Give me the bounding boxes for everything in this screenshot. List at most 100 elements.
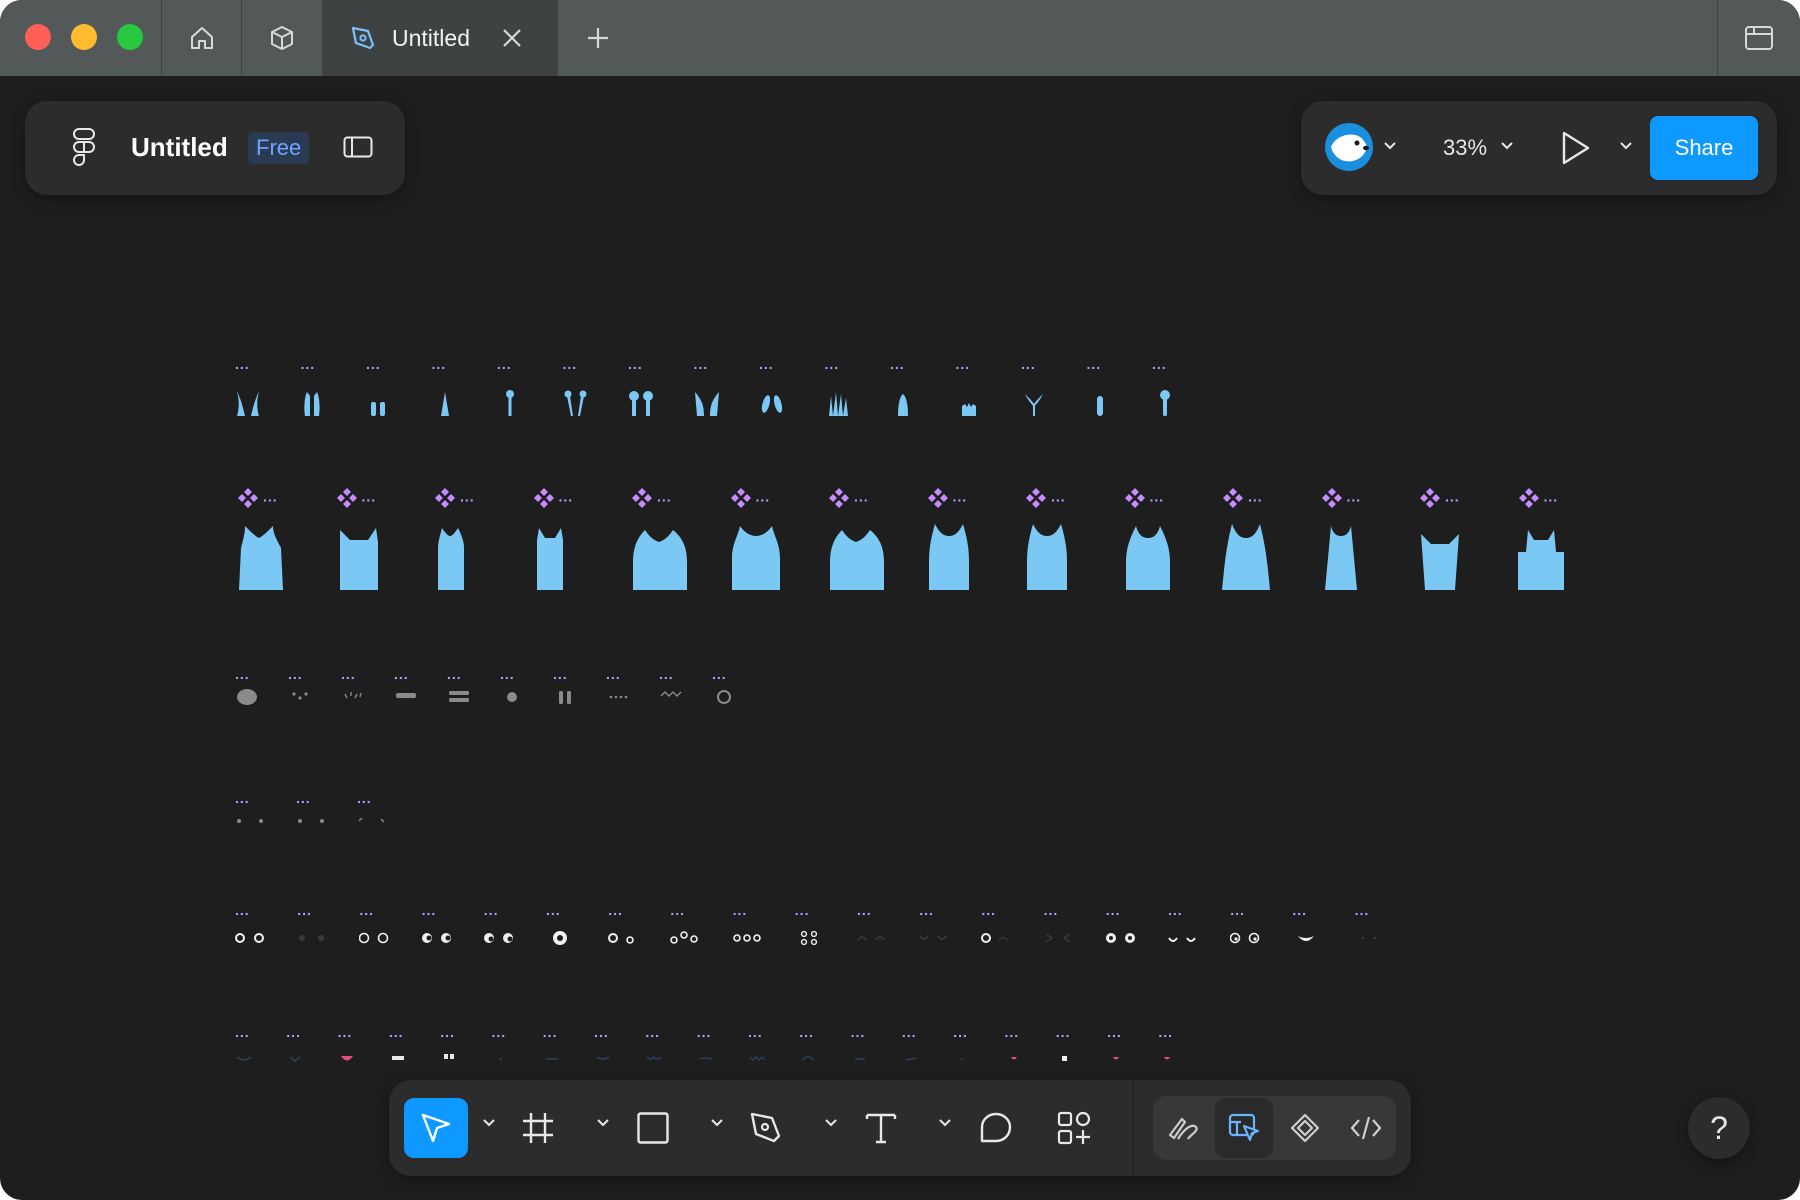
layer-label[interactable]: ... (235, 791, 250, 805)
comment-tool-button[interactable] (964, 1098, 1028, 1158)
eyes-shape[interactable] (235, 930, 265, 948)
layer-label[interactable]: ... (606, 667, 621, 681)
body-component-shape[interactable] (1222, 522, 1270, 592)
zoom-window-button[interactable] (117, 24, 143, 50)
layer-label[interactable]: ... (1056, 1025, 1071, 1039)
antenna-shape[interactable] (430, 386, 460, 418)
component-layer-label[interactable]: ... (336, 487, 377, 509)
layer-label[interactable]: ... (432, 357, 447, 371)
layer-label[interactable]: ... (422, 903, 437, 917)
component-layer-label[interactable]: ... (1321, 487, 1362, 509)
antenna-shape[interactable] (1150, 386, 1180, 418)
mouth-shape[interactable] (748, 1051, 766, 1065)
plan-badge[interactable]: Free (248, 132, 310, 164)
layer-label[interactable]: ... (296, 791, 311, 805)
layer-label[interactable]: ... (235, 667, 250, 681)
layer-label[interactable]: ... (563, 357, 578, 371)
antenna-shape[interactable] (364, 386, 394, 418)
layer-label[interactable]: ... (628, 357, 643, 371)
mark-shape[interactable] (659, 688, 683, 706)
mark-shape[interactable] (341, 688, 365, 706)
layer-label[interactable]: ... (359, 903, 374, 917)
design-canvas[interactable]: ........................................… (0, 76, 1800, 1200)
community-button[interactable] (242, 0, 321, 76)
body-component-shape[interactable] (336, 522, 384, 592)
antenna-shape[interactable] (888, 386, 918, 418)
layer-label[interactable]: ... (733, 903, 748, 917)
eyes-shape[interactable] (608, 930, 638, 948)
eyes-shape[interactable] (981, 930, 1011, 948)
component-layer-label[interactable]: ... (1124, 487, 1165, 509)
close-window-button[interactable] (25, 24, 51, 50)
layer-label[interactable]: ... (394, 667, 409, 681)
mark-shape[interactable] (296, 813, 326, 827)
frame-tool-button[interactable] (506, 1098, 570, 1158)
layer-label[interactable]: ... (1106, 903, 1121, 917)
component-layer-label[interactable]: ... (927, 487, 968, 509)
layer-label[interactable]: ... (659, 667, 674, 681)
component-layer-label[interactable]: ... (828, 487, 869, 509)
layer-label[interactable]: ... (608, 903, 623, 917)
layer-label[interactable]: ... (235, 903, 250, 917)
mouth-shape[interactable] (440, 1051, 458, 1065)
body-component-shape[interactable] (1321, 522, 1361, 592)
antenna-shape[interactable] (561, 386, 591, 418)
layer-label[interactable]: ... (1355, 903, 1370, 917)
eyes-shape[interactable] (483, 930, 514, 948)
layer-label[interactable]: ... (902, 1025, 917, 1039)
mark-shape[interactable] (235, 813, 265, 827)
antenna-shape[interactable] (1019, 386, 1049, 418)
sidebar-toggle-icon[interactable] (343, 136, 373, 160)
mark-shape[interactable] (606, 688, 630, 706)
layer-label[interactable]: ... (288, 667, 303, 681)
chevron-down-icon[interactable] (710, 1118, 724, 1128)
layer-label[interactable]: ... (799, 1025, 814, 1039)
mark-shape[interactable] (553, 688, 577, 706)
layer-label[interactable]: ... (447, 667, 462, 681)
layer-label[interactable]: ... (697, 1025, 712, 1039)
component-layer-label[interactable]: ... (730, 487, 771, 509)
chevron-down-icon[interactable] (1383, 141, 1397, 151)
eyes-shape[interactable] (1292, 930, 1322, 948)
component-layer-label[interactable]: ... (1419, 487, 1460, 509)
layer-label[interactable]: ... (919, 903, 934, 917)
eyes-shape[interactable] (857, 930, 887, 948)
close-tab-icon[interactable] (500, 26, 524, 50)
window-layout-button[interactable] (1718, 0, 1800, 76)
body-component-shape[interactable] (730, 522, 782, 592)
antenna-shape[interactable] (823, 386, 853, 418)
layer-label[interactable]: ... (1044, 903, 1059, 917)
layer-label[interactable]: ... (497, 357, 512, 371)
component-layer-label[interactable]: ... (1025, 487, 1066, 509)
design-mode-button[interactable] (1215, 1098, 1273, 1158)
chevron-down-icon[interactable] (938, 1118, 952, 1128)
layer-label[interactable]: ... (953, 1025, 968, 1039)
layer-label[interactable]: ... (956, 357, 971, 371)
antenna-shape[interactable] (299, 386, 329, 418)
mouth-shape[interactable] (799, 1051, 817, 1065)
mouth-shape[interactable] (492, 1051, 510, 1065)
layer-label[interactable]: ... (341, 667, 356, 681)
layer-label[interactable]: ... (286, 1025, 301, 1039)
mark-shape[interactable] (712, 688, 736, 706)
eyes-shape[interactable] (732, 930, 763, 948)
layer-label[interactable]: ... (546, 903, 561, 917)
layer-label[interactable]: ... (1168, 903, 1183, 917)
component-layer-label[interactable]: ... (1518, 487, 1559, 509)
eyes-shape[interactable] (297, 930, 327, 948)
component-layer-label[interactable]: ... (631, 487, 672, 509)
eyes-shape[interactable] (795, 930, 825, 948)
mark-shape[interactable] (357, 813, 387, 827)
pen-tool-button[interactable] (734, 1098, 798, 1158)
layer-label[interactable]: ... (301, 357, 316, 371)
avatar[interactable] (1325, 123, 1373, 171)
layer-label[interactable]: ... (440, 1025, 455, 1039)
actions-tool-button[interactable] (1042, 1098, 1106, 1158)
layer-label[interactable]: ... (389, 1025, 404, 1039)
layer-label[interactable]: ... (492, 1025, 507, 1039)
layer-label[interactable]: ... (235, 357, 250, 371)
minimize-window-button[interactable] (71, 24, 97, 50)
body-component-shape[interactable] (1025, 522, 1069, 592)
home-button[interactable] (162, 0, 241, 76)
help-button[interactable]: ? (1688, 1097, 1750, 1159)
